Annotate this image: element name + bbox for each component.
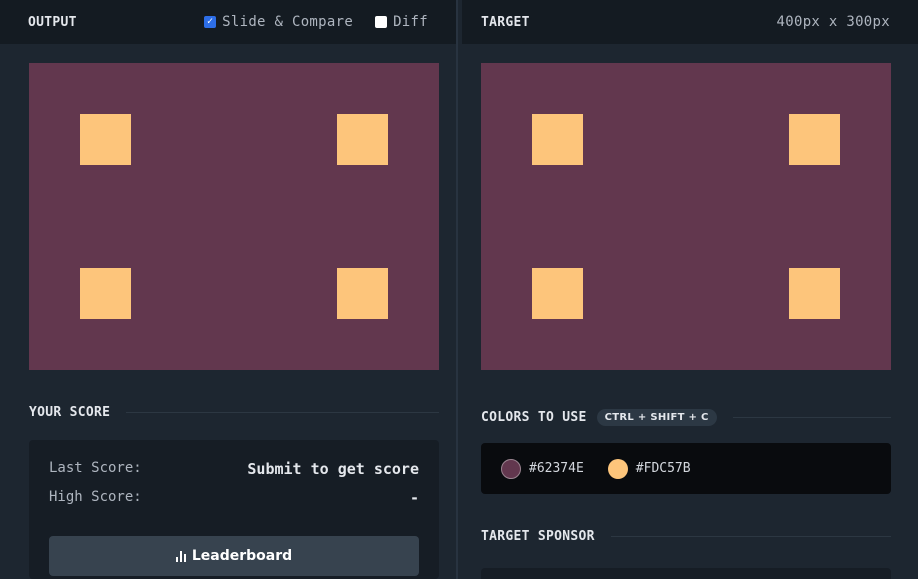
high-score-label: High Score: (49, 489, 142, 505)
target-sponsor-title: TARGET SPONSOR (481, 529, 595, 544)
high-score-row: High Score: - (49, 489, 419, 507)
color-hex: #FDC57B (635, 461, 691, 476)
high-score-value: - (409, 489, 419, 507)
output-canvas[interactable] (29, 63, 439, 370)
divider (126, 412, 439, 413)
target-panel: TARGET 400px x 300px COLORS TO USE CTRL … (462, 0, 918, 579)
diff-label[interactable]: Diff (393, 14, 428, 30)
target-square (532, 114, 583, 165)
sponsor-box (481, 568, 891, 579)
output-square (337, 114, 388, 165)
target-canvas (481, 63, 891, 370)
target-square (532, 268, 583, 319)
color-dot (607, 458, 628, 479)
diff-checkbox[interactable] (375, 16, 388, 28)
color-hex: #62374E (529, 461, 584, 476)
slide-compare-label[interactable]: Slide & Compare (222, 14, 353, 30)
output-header: OUTPUT ✓ Slide & Compare Diff (0, 0, 456, 44)
output-square (80, 268, 131, 319)
colors-to-use-heading: COLORS TO USE CTRL + SHIFT + C (481, 409, 891, 426)
colors-box: #62374E #FDC57B (481, 443, 891, 494)
output-square (80, 114, 131, 165)
last-score-row: Last Score: Submit to get score (49, 460, 419, 478)
output-title: OUTPUT (28, 14, 77, 30)
color-dot (501, 458, 521, 479)
target-square (789, 268, 840, 319)
last-score-label: Last Score: (49, 460, 142, 476)
score-box: Last Score: Submit to get score High Sco… (29, 440, 439, 579)
slide-compare-checkbox[interactable]: ✓ (204, 16, 217, 28)
compare-controls: ✓ Slide & Compare Diff (204, 14, 428, 30)
last-score-value: Submit to get score (247, 460, 419, 478)
colors-to-use-title: COLORS TO USE (481, 410, 587, 425)
target-sponsor-heading: TARGET SPONSOR (481, 529, 891, 544)
target-title: TARGET (481, 14, 530, 30)
divider (610, 536, 891, 537)
leaderboard-button[interactable]: Leaderboard (49, 536, 419, 576)
divider (732, 417, 891, 418)
your-score-title: YOUR SCORE (29, 405, 111, 420)
target-square (789, 114, 840, 165)
color-swatch[interactable]: #62374E (501, 458, 584, 479)
target-header: TARGET 400px x 300px (462, 0, 918, 44)
leaderboard-label: Leaderboard (191, 548, 293, 564)
color-swatch[interactable]: #FDC57B (607, 458, 691, 479)
shortcut-badge: CTRL + SHIFT + C (596, 409, 717, 426)
output-square (337, 268, 388, 319)
target-dimensions: 400px x 300px (776, 14, 890, 30)
bar-chart-icon (175, 550, 186, 562)
output-panel: OUTPUT ✓ Slide & Compare Diff YOUR SCORE… (0, 0, 458, 579)
your-score-heading: YOUR SCORE (29, 405, 439, 420)
